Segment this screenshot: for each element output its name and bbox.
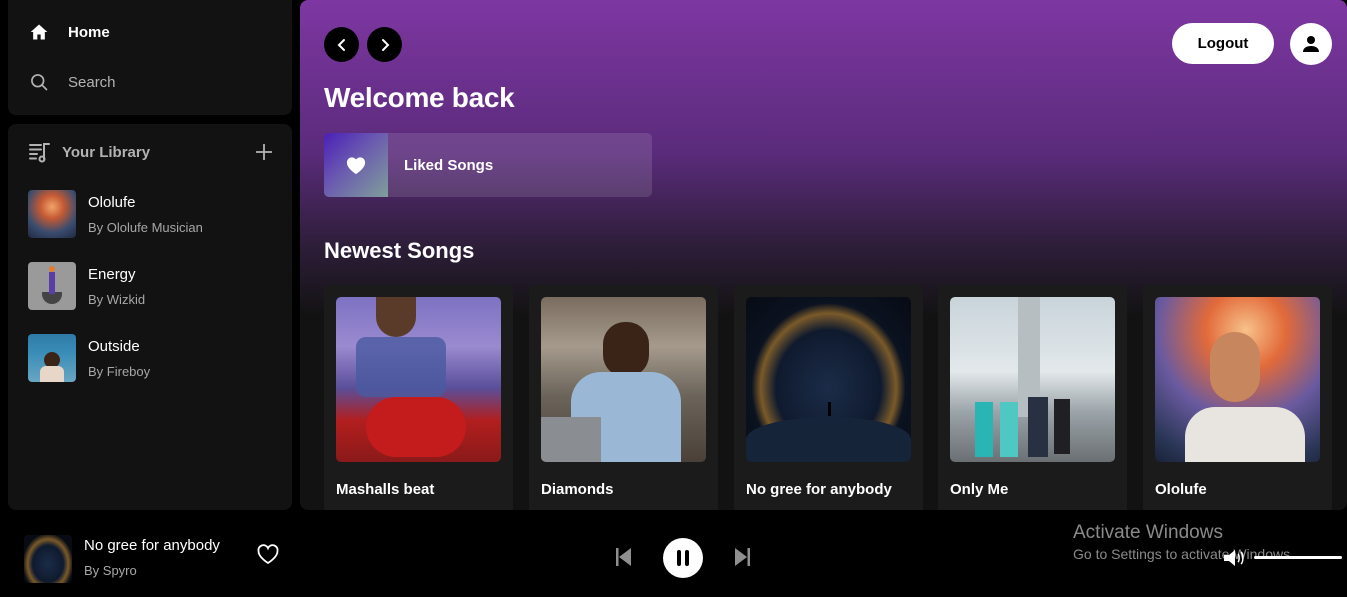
song-card[interactable]: Ololufe	[1143, 285, 1332, 510]
song-card[interactable]: No gree for anybody	[734, 285, 923, 510]
plus-icon[interactable]	[254, 142, 274, 162]
library-item-subtitle: By Ololufe Musician	[88, 219, 203, 235]
sidebar-item-home[interactable]: Home	[28, 21, 110, 43]
library-item-title: Outside	[88, 337, 140, 355]
library-item[interactable]: Ololufe By Ololufe Musician	[28, 190, 203, 238]
song-title: Ololufe	[1155, 481, 1207, 498]
song-title: Mashalls beat	[336, 481, 435, 498]
album-art	[746, 297, 911, 462]
library-panel: Your Library Ololufe By Ololufe Musician…	[8, 124, 292, 510]
library-title: Your Library	[62, 143, 151, 161]
player-bar: No gree for anybody By Spyro Activate Wi…	[0, 510, 1347, 597]
now-playing-art	[24, 535, 72, 583]
liked-songs-label: Liked Songs	[404, 156, 494, 174]
activate-windows-subtitle: Go to Settings to activate Windows.	[1073, 546, 1294, 562]
chevron-right-icon	[381, 38, 389, 51]
back-button[interactable]	[324, 27, 359, 62]
previous-button[interactable]	[613, 546, 635, 568]
page-title: Welcome back	[324, 82, 515, 113]
home-icon	[28, 21, 50, 43]
sidebar-item-label: Home	[68, 23, 110, 41]
heart-outline-icon	[257, 544, 279, 565]
song-card[interactable]: Diamonds	[529, 285, 718, 510]
library-header: Your Library	[28, 140, 274, 164]
sidebar-item-label: Search	[68, 73, 116, 91]
album-art	[950, 297, 1115, 462]
library-item-subtitle: By Wizkid	[88, 291, 146, 307]
volume-icon	[1224, 550, 1244, 566]
forward-button[interactable]	[367, 27, 402, 62]
volume-slider[interactable]	[1254, 556, 1342, 559]
song-card[interactable]: Only Me	[938, 285, 1127, 510]
profile-button[interactable]	[1290, 23, 1332, 65]
album-art	[336, 297, 501, 462]
album-art	[28, 190, 76, 238]
song-title: No gree for anybody	[746, 481, 892, 498]
sidebar-item-search[interactable]: Search	[28, 71, 116, 93]
album-art	[541, 297, 706, 462]
skip-previous-icon	[616, 548, 631, 566]
volume-button[interactable]	[1222, 547, 1246, 569]
song-card[interactable]: Mashalls beat	[324, 285, 513, 510]
library-item-title: Energy	[88, 265, 136, 283]
pause-button[interactable]	[663, 538, 703, 578]
heart-icon	[346, 157, 366, 175]
liked-songs-card[interactable]: Liked Songs	[324, 133, 652, 197]
section-title: Newest Songs	[324, 238, 475, 263]
user-icon	[1303, 36, 1319, 52]
library-item-title: Ololufe	[88, 193, 136, 211]
main-content: Logout Welcome back Liked Songs Newest S…	[300, 0, 1347, 510]
skip-next-icon	[735, 548, 750, 566]
logout-button[interactable]: Logout	[1172, 23, 1274, 64]
library-icon[interactable]	[28, 140, 52, 164]
next-button[interactable]	[731, 546, 753, 568]
liked-songs-art	[324, 133, 388, 197]
now-playing-artist[interactable]: By Spyro	[84, 563, 137, 578]
now-playing-title[interactable]: No gree for anybody	[84, 537, 220, 554]
album-art	[28, 334, 76, 382]
activate-windows-title: Activate Windows	[1073, 522, 1223, 543]
song-title: Diamonds	[541, 481, 614, 498]
pause-icon	[677, 550, 689, 566]
album-art	[28, 262, 76, 310]
album-art	[1155, 297, 1320, 462]
chevron-left-icon	[337, 38, 345, 51]
sidebar-nav: Home Search	[8, 0, 292, 115]
like-button[interactable]	[256, 543, 280, 567]
search-icon	[28, 71, 50, 93]
song-title: Only Me	[950, 481, 1009, 498]
library-item[interactable]: Outside By Fireboy	[28, 334, 150, 382]
library-item[interactable]: Energy By Wizkid	[28, 262, 145, 310]
library-item-subtitle: By Fireboy	[88, 363, 151, 379]
